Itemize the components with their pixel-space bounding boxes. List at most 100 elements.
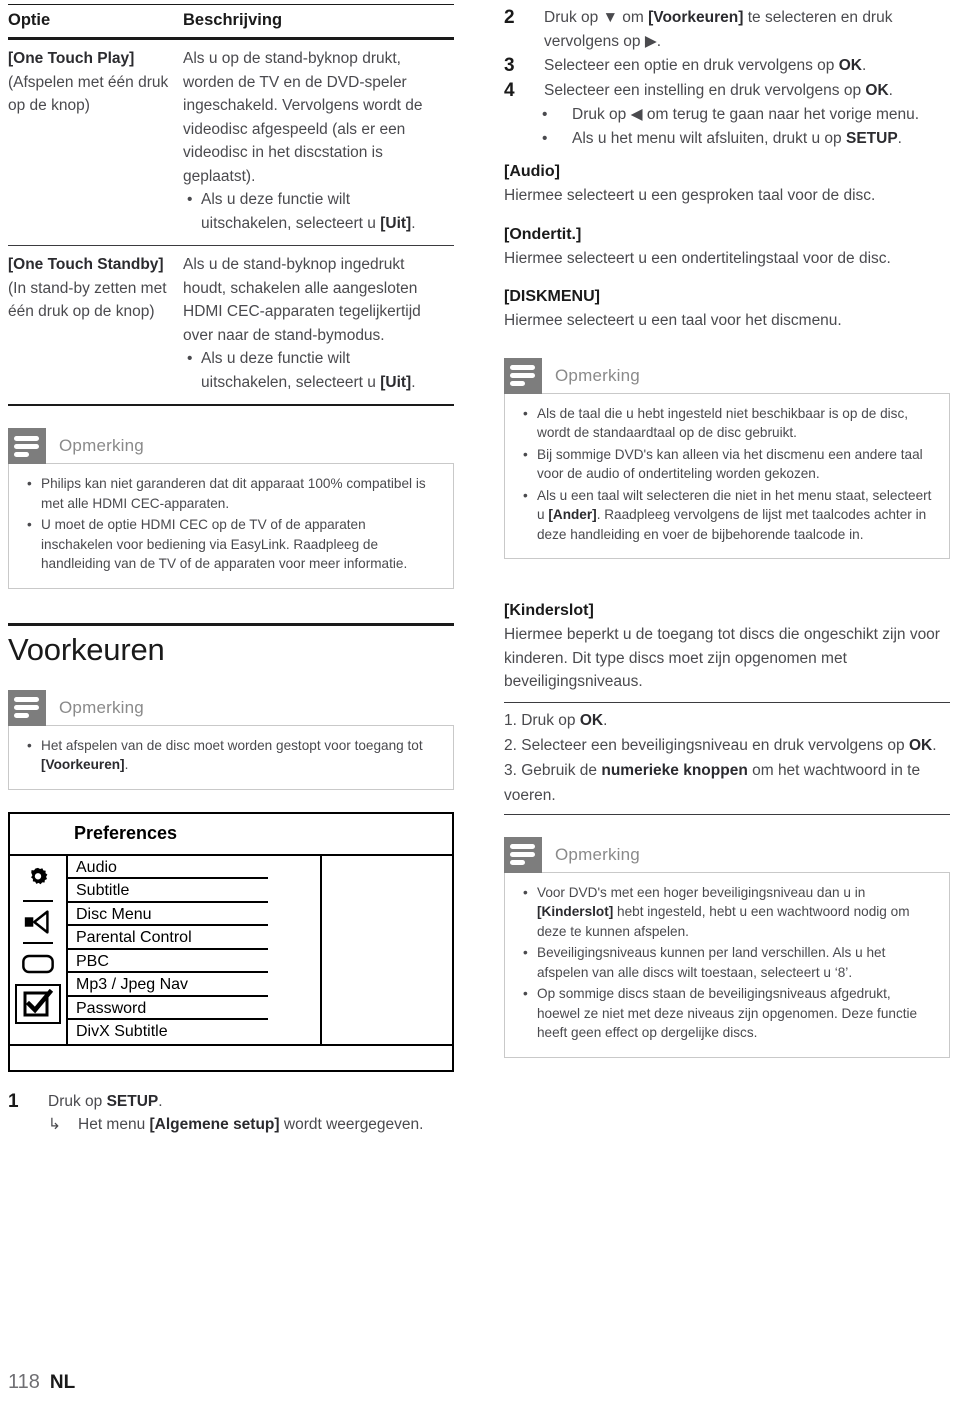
manual-page: Optie Beschrijving [One Touch Play] (Afs… [0, 0, 960, 1410]
note-bullet: Als u een taal wilt selecteren die niet … [523, 486, 937, 545]
kinderslot-step: 2. Selecteer een beveiligingsniveau en d… [504, 733, 950, 758]
bullet-before: Als u het menu wilt afsluiten, drukt u o… [572, 129, 846, 147]
left-column: Optie Beschrijving [One Touch Play] (Afs… [8, 0, 454, 1138]
step-mid: om [617, 9, 649, 26]
note-bullet-before: Als de taal die u hebt ingesteld niet be… [537, 405, 909, 441]
definition-list: [Audio] Hiermee selecteert u een gesprok… [504, 160, 950, 333]
note-bullet-before: Beveiligingsniveaus kunnen per land vers… [537, 945, 886, 980]
note-title: Opmerking [555, 365, 640, 385]
note-header: Opmerking [504, 836, 950, 873]
osd-sidebar [10, 855, 68, 1044]
language-code: NL [49, 1372, 76, 1393]
definition-term: [DISKMENU] [504, 288, 600, 305]
bullet-after: om terug te gaan naar het vorige menu. [642, 106, 920, 123]
table-row: [One Touch Standby] (In stand-by zetten … [8, 245, 454, 406]
step-bold: OK [908, 736, 933, 754]
option-name: [One Touch Play] [8, 50, 135, 67]
step-before: 3. Gebruik de [504, 761, 602, 779]
column-header-beschrijving: Beschrijving [183, 11, 283, 29]
table-row: [One Touch Play] (Afspelen met één druk … [8, 38, 454, 246]
bullet-text-after: . [411, 373, 416, 391]
column-header-optie: Optie [8, 11, 51, 29]
step-number: 3 [504, 55, 515, 76]
note-icon [8, 428, 46, 464]
desc-bullet: Als u deze functie wilt uitschakelen, se… [187, 188, 444, 235]
bullet-marker: • [542, 129, 548, 147]
desc-paragraph: Als u de stand-byknop ingedrukt houdt, s… [183, 256, 421, 344]
note-bullet-before: Voor DVD's met een hoger beveiligingsniv… [537, 884, 866, 900]
note-bullet: Als de taal die u hebt ingesteld niet be… [523, 404, 937, 443]
step-after: . [932, 736, 937, 754]
note-bullet: Op sommige discs staan de beveiligingsni… [523, 984, 937, 1043]
step-number: 4 [504, 79, 515, 101]
note-bullet: Beveiligingsniveaus kunnen per land vers… [523, 943, 937, 982]
arrow-left-icon: ◀ [630, 106, 643, 123]
osd-menu-item[interactable]: Parental Control [68, 926, 268, 950]
note-header: Opmerking [8, 428, 454, 464]
step-bold: numerieke knoppen [601, 761, 748, 779]
speaker-icon[interactable] [15, 902, 61, 942]
desc-bullet-list: Als u deze functie wilt uitschakelen, se… [183, 347, 444, 394]
osd-menu-item[interactable]: Mp3 / Jpeg Nav [68, 973, 268, 997]
cell-description: Als u de stand-byknop ingedrukt houdt, s… [183, 245, 454, 406]
osd-menu-item[interactable]: Disc Menu [68, 903, 268, 926]
step-text-bold: SETUP [106, 1092, 159, 1110]
note-body: Het afspelen van de disc moet worden ges… [8, 724, 454, 790]
note-header: Opmerking [504, 357, 950, 394]
table-header-row: Optie Beschrijving [8, 5, 454, 39]
step-after: . [861, 57, 867, 74]
step-text: Druk op ▼ om [Voorkeuren] te selecteren … [544, 6, 950, 53]
note-bullet-list: Philips kan niet garanderen dat dit appa… [21, 474, 441, 574]
osd-menu-item[interactable]: Audio [68, 856, 268, 879]
osd-preferences-menu[interactable]: Preferences Audio Subtitle Disc Menu Par… [8, 811, 454, 1072]
step-bold: OK [865, 81, 889, 99]
kinderslot-step: 3. Gebruik de numerieke knoppen om het w… [504, 758, 950, 808]
bullet-text-after: . [411, 214, 416, 232]
osd-column-separator [320, 855, 322, 1044]
definition-description: Hiermee selecteert u een ondertitelingst… [504, 249, 891, 267]
osd-main: Audio Subtitle Disc Menu Parental Contro… [10, 855, 452, 1044]
definition-description: Hiermee selecteert u een taal voor het d… [504, 312, 842, 329]
definition-diskmenu: [DISKMENU] Hiermee selecteert u een taal… [504, 285, 950, 333]
note-icon [504, 357, 542, 394]
right-column: 2 Druk op ▼ om [Voorkeuren] te selectere… [504, 0, 950, 1058]
step-text-after: . [158, 1092, 163, 1110]
note-title: Opmerking [555, 844, 640, 864]
osd-menu-item[interactable]: DivX Subtitle [68, 1020, 268, 1044]
note-bullet-before: Het afspelen van de disc moet worden ges… [41, 737, 423, 753]
steps-left: 1 Druk op SETUP. ↳ Het menu [Algemene se… [8, 1090, 454, 1137]
result-after: wordt weergegeven. [279, 1116, 424, 1133]
note-bullet-bold: [Voorkeuren] [41, 757, 125, 772]
step-bold: OK [838, 57, 862, 74]
result-text: Het menu [Algemene setup] wordt weergege… [78, 1113, 454, 1137]
bullet-before: Druk op [572, 106, 631, 123]
osd-menu-item[interactable]: PBC [68, 950, 268, 973]
kinderslot-steps: 1. Druk op OK. 2. Selecteer een beveilig… [504, 703, 950, 814]
bullet-marker: • [542, 106, 548, 123]
osd-menu-item[interactable]: Subtitle [68, 879, 268, 903]
note-body: Philips kan niet garanderen dat dit appa… [8, 463, 454, 589]
section-title-voorkeuren: Voorkeuren [8, 631, 165, 667]
note-kinderslot: Opmerking Voor DVD's met een hoger bevei… [504, 836, 950, 1058]
step-before: Druk op [544, 9, 603, 26]
bullet-after: . [897, 129, 902, 147]
gear-icon[interactable] [15, 860, 61, 900]
note-bullet-before: Bij sommige DVD's kan alleen via het dis… [537, 446, 923, 482]
note-bullet: Bij sommige DVD's kan alleen via het dis… [523, 445, 937, 484]
step-text-before: Druk op [48, 1092, 107, 1110]
checkbox-checked-icon[interactable] [15, 983, 61, 1024]
step-4-bullets: • Druk op ◀ om terug te gaan naar het vo… [504, 103, 950, 150]
osd-items: Audio Subtitle Disc Menu Parental Contro… [68, 856, 268, 1044]
section-rule [8, 622, 454, 626]
note-bullet: Voor DVD's met een hoger beveiligingsniv… [523, 883, 937, 942]
note-bullet-bold: [Ander] [548, 507, 597, 522]
definition-term: [Ondertit.] [504, 225, 582, 243]
step-bullet: • Druk op ◀ om terug te gaan naar het vo… [542, 103, 950, 127]
definition-description: Hiermee beperkt u de toegang tot discs d… [504, 626, 940, 690]
osd-footer-bar [10, 1043, 452, 1070]
step-2: 2 Druk op ▼ om [Voorkeuren] te selectere… [504, 6, 950, 53]
step-bold: OK [579, 711, 604, 729]
osd-menu-item[interactable]: Password [68, 997, 268, 1020]
display-icon[interactable] [15, 944, 61, 984]
osd-item-list: Audio Subtitle Disc Menu Parental Contro… [68, 855, 322, 1044]
